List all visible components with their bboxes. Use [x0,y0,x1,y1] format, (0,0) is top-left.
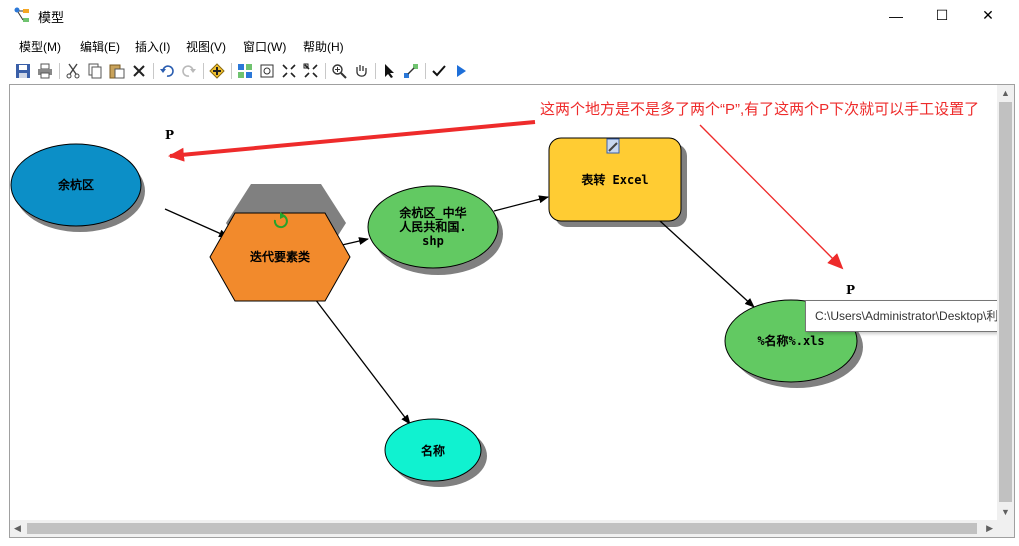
save-icon [16,64,30,78]
vertical-scroll-thumb[interactable] [999,102,1012,502]
node-iterate-label: 迭代要素类 [249,250,310,264]
zoom-out-fixed-icon [303,63,318,78]
horizontal-scrollbar[interactable]: ◀ ▶ [10,520,997,537]
menu-edit[interactable]: 编辑(E) [80,38,120,55]
toolbar-separator [59,63,60,79]
auto-layout-icon [238,64,252,78]
connector-iterate-name [314,298,411,425]
horizontal-scroll-thumb[interactable] [27,523,977,534]
toolbar-separator [425,63,426,79]
close-button[interactable]: ✕ [965,0,1011,31]
delete-icon [133,65,145,77]
toolbar-separator [231,63,232,79]
validate-icon [432,65,446,77]
paste-button[interactable] [107,61,127,81]
model-canvas[interactable]: P P 余杭区 迭代要素类 余杭区_中华 人民共和国. shp 表转 Excel… [9,84,1015,538]
connector-yuhang-iterate [164,208,229,238]
copy-icon [88,63,102,79]
connector-excel-xls [659,220,755,308]
menu-view[interactable]: 视图(V) [186,38,226,55]
node-shp-label-line1: 余杭区_中华 [399,206,467,220]
full-extent-button[interactable] [257,61,277,81]
undo-button[interactable] [157,61,177,81]
annotation-text: 这两个地方是不是多了两个“P”,有了这两个P下次就可以手工设置了 [540,101,980,118]
auto-layout-button[interactable] [235,61,255,81]
scroll-up-icon[interactable]: ▲ [1001,88,1010,98]
minimize-icon: — [889,7,903,24]
menu-window[interactable]: 窗口(W) [243,38,286,55]
pan-button[interactable] [351,61,371,81]
node-yuhang-label: 余杭区 [57,178,94,192]
node-shp-label: 余杭区_中华 人民共和国. shp [383,206,483,248]
node-name-label: 名称 [420,444,445,458]
model-app-icon [14,7,29,22]
paste-icon [109,64,125,79]
toolbar [0,58,1019,84]
delete-button[interactable] [129,61,149,81]
toolbar-separator [203,63,204,79]
add-data-button[interactable] [207,61,227,81]
save-button[interactable] [13,61,33,81]
node-shp-label-line3: shp [422,234,444,248]
path-tooltip: C:\Users\Administrator\Desktop\利用 [805,300,1014,332]
zoom-in-fixed-button[interactable] [279,61,299,81]
validate-button[interactable] [429,61,449,81]
connect-button[interactable] [401,61,421,81]
redo-button[interactable] [179,61,199,81]
maximize-button[interactable]: ☐ [919,0,965,31]
annotation-arrow-right [699,124,844,270]
connect-icon [404,64,418,78]
connector-shp-excel [493,195,549,212]
zoom-in-fixed-icon [282,64,296,78]
zoom-out-fixed-button[interactable] [301,61,321,81]
menu-insert[interactable]: 插入(I) [135,38,170,55]
minimize-button[interactable]: — [873,0,919,31]
scroll-down-icon[interactable]: ▼ [1001,507,1010,517]
tool-hammer-icon [606,138,620,154]
print-icon [38,63,52,79]
parameter-mark-xls: P [846,283,856,297]
parameter-mark-yuhang: P [165,128,175,142]
add-data-icon [209,63,225,79]
node-xls-label: %名称%.xls [757,334,825,348]
undo-icon [160,65,174,77]
window-title: 模型 [38,10,65,25]
close-icon: ✕ [982,7,994,23]
model-builder-window: 模型 — ☐ ✕ 模型(M) 编辑(E) 插入(I) 视图(V) 窗口(W) 帮… [0,0,1019,546]
toolbar-separator [325,63,326,79]
cut-icon [66,63,80,79]
connector-iterate-shp [341,237,369,246]
node-excel-label: 表转 Excel [581,173,649,187]
run-button[interactable] [451,61,471,81]
menu-bar: 模型(M) 编辑(E) 插入(I) 视图(V) 窗口(W) 帮助(H) [0,35,1019,57]
menu-model[interactable]: 模型(M) [19,38,61,55]
select-button[interactable] [379,61,399,81]
zoom-in-icon [332,64,347,79]
menu-help[interactable]: 帮助(H) [303,38,344,55]
scroll-left-icon[interactable]: ◀ [14,523,21,534]
cut-button[interactable] [63,61,83,81]
maximize-icon: ☐ [935,7,949,23]
zoom-in-button[interactable] [329,61,349,81]
run-icon [457,65,466,77]
print-button[interactable] [35,61,55,81]
redo-icon [182,65,196,77]
copy-button[interactable] [85,61,105,81]
title-bar[interactable]: 模型 — ☐ ✕ [0,0,1019,31]
toolbar-separator [375,63,376,79]
node-shp-label-line2: 人民共和国. [399,220,467,234]
select-icon [385,64,394,78]
annotation-arrow-left [168,120,536,162]
vertical-scrollbar[interactable]: ▲ ▼ [997,85,1014,520]
scroll-right-icon[interactable]: ▶ [986,523,993,534]
toolbar-separator [153,63,154,79]
full-extent-icon [260,64,274,78]
pan-icon [356,65,367,77]
scrollbar-corner [997,520,1014,537]
